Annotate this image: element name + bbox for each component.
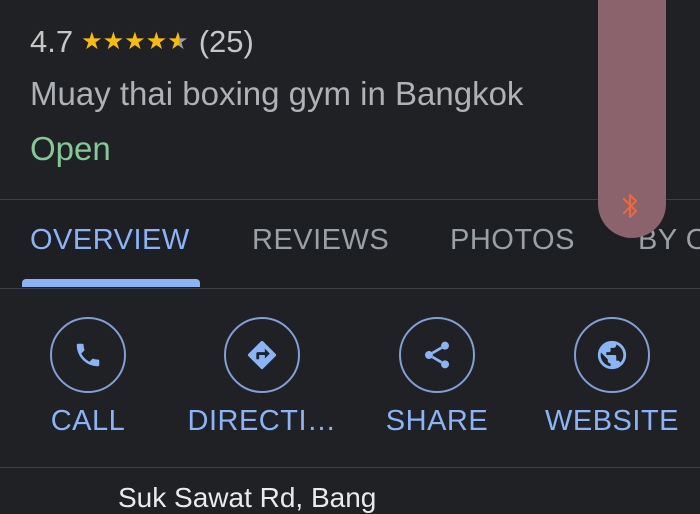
directions-button[interactable]: DIRECTI… xyxy=(177,317,347,438)
share-circle[interactable] xyxy=(399,317,475,393)
call-label: CALL xyxy=(50,405,126,437)
tab-reviews[interactable]: REVIEWS xyxy=(252,224,389,257)
phone-icon xyxy=(76,343,100,367)
star-icon: ★ xyxy=(102,28,125,55)
place-header: 4.7 ★ ★ ★ ★ ★ (25) Muay thai boxing gym … xyxy=(0,0,700,200)
rating-value: 4.7 xyxy=(30,24,74,59)
globe-icon xyxy=(597,340,627,370)
open-status: Open xyxy=(30,130,111,167)
bluetooth-icon xyxy=(622,193,638,219)
star-half-icon: ★ xyxy=(167,28,189,55)
star-icon: ★ xyxy=(145,28,168,55)
place-category: Muay thai boxing gym in Bangkok xyxy=(30,75,524,112)
active-tab-indicator xyxy=(22,279,200,287)
action-buttons: CALL DIRECTI… SHARE WEBSITE xyxy=(0,289,700,467)
tab-bar: OVERVIEW REVIEWS PHOTOS BY O xyxy=(0,200,700,288)
directions-circle[interactable] xyxy=(224,317,300,393)
tab-overview[interactable]: OVERVIEW xyxy=(30,224,190,257)
rating-row[interactable]: 4.7 ★ ★ ★ ★ ★ (25) xyxy=(30,22,254,62)
website-button[interactable]: WEBSITE xyxy=(527,317,697,438)
website-label: WEBSITE xyxy=(544,405,679,437)
directions-icon xyxy=(247,340,277,370)
star-icon: ★ xyxy=(81,28,103,55)
share-button[interactable]: SHARE xyxy=(352,317,522,438)
address-text[interactable]: Suk Sawat Rd, Bang xyxy=(118,482,376,514)
call-button[interactable]: CALL xyxy=(3,317,173,438)
tab-photos[interactable]: PHOTOS xyxy=(450,224,575,257)
directions-label: DIRECTI… xyxy=(187,405,337,437)
call-circle[interactable] xyxy=(50,317,126,393)
share-icon xyxy=(425,341,449,369)
website-circle[interactable] xyxy=(574,317,650,393)
place-title-cutoff xyxy=(30,0,102,6)
rating-stars: ★ ★ ★ ★ ★ xyxy=(81,30,189,54)
divider xyxy=(0,467,700,468)
share-label: SHARE xyxy=(385,405,489,437)
star-icon: ★ xyxy=(124,28,146,55)
review-count: (25) xyxy=(198,24,254,59)
